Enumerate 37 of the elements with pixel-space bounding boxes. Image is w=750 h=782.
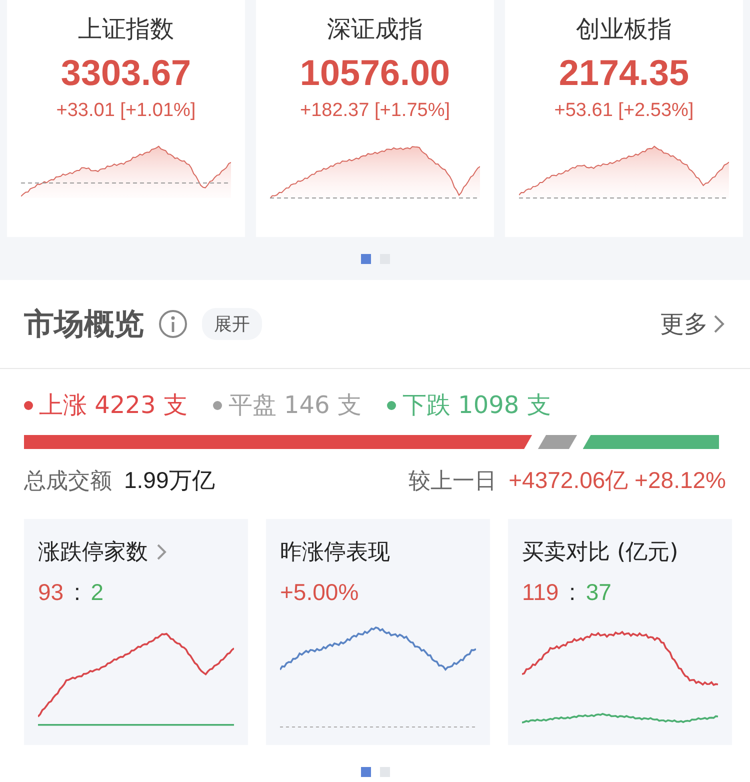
stat-card[interactable]: 买卖对比 (亿元) 119 : 37 xyxy=(508,519,732,745)
index-name: 上证指数 xyxy=(78,14,174,44)
index-value: 3303.67 xyxy=(60,51,192,95)
index-card[interactable]: 深证成指 10576.00 +182.37 [+1.75%] xyxy=(256,0,494,237)
card-title: 买卖对比 (亿元) xyxy=(522,539,678,567)
index-name: 创业板指 xyxy=(576,14,672,44)
index-change: +33.01 [+1.01%] xyxy=(56,100,196,122)
index-value: 2174.35 xyxy=(558,51,690,95)
turnover-value: 1.99万亿 xyxy=(124,466,215,495)
turnover-label: 总成交额 xyxy=(24,468,112,496)
stat-card[interactable]: 涨跌停家数 93 : 2 xyxy=(24,519,248,745)
ratio-separator: : xyxy=(74,579,80,605)
more-link[interactable]: 更多 xyxy=(660,308,726,340)
breadth-count: 平盘 146 支 xyxy=(228,390,362,421)
expand-button[interactable]: 展开 xyxy=(202,308,262,340)
info-icon[interactable] xyxy=(158,309,188,339)
breadth-count: 下跌 1098 支 xyxy=(402,390,551,421)
index-change: +182.37 [+1.75%] xyxy=(300,100,450,122)
compare-label: 较上一日 xyxy=(408,468,497,496)
card-title: 涨跌停家数 xyxy=(38,539,148,567)
index-name: 深证成指 xyxy=(327,14,423,44)
index-card[interactable]: 上证指数 3303.67 +33.01 [+1.01%] xyxy=(7,0,245,237)
down-count: 2 xyxy=(90,579,104,605)
section-title: 市场概览 xyxy=(24,306,144,344)
index-change: +53.61 [+2.53%] xyxy=(554,100,694,122)
performance-value: +5.00% xyxy=(280,579,359,605)
index-value: 10576.00 xyxy=(300,51,450,95)
breadth-count: 上涨 4223 支 xyxy=(39,390,188,421)
ratio-separator: : xyxy=(569,579,576,605)
chevron-icon xyxy=(712,313,726,335)
up-count: 119 xyxy=(522,579,559,605)
stat-card[interactable]: 昨涨停表现 +5.00% xyxy=(266,519,490,745)
down-count: 37 xyxy=(586,579,612,605)
card-title: 昨涨停表现 xyxy=(280,539,390,567)
index-card[interactable]: 创业板指 2174.35 +53.61 [+2.53%] xyxy=(505,0,743,237)
compare-value: +4372.06亿 +28.12% xyxy=(508,466,726,495)
up-count: 93 xyxy=(38,579,64,605)
